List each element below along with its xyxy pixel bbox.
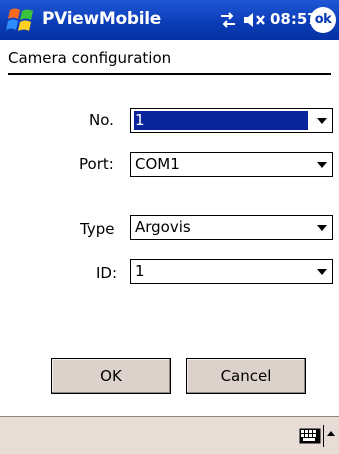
port-dropdown[interactable]: COM1: [130, 152, 333, 177]
type-value: Argovis: [135, 218, 191, 236]
chevron-down-icon[interactable]: [317, 269, 327, 275]
menu-bar: [0, 416, 339, 454]
divider: [323, 425, 324, 447]
id-dropdown[interactable]: 1: [130, 259, 333, 284]
type-label: Type: [80, 220, 115, 238]
port-value: COM1: [135, 155, 180, 173]
ok-button[interactable]: OK: [51, 358, 171, 394]
id-label: ID:: [96, 264, 118, 282]
speaker-muted-icon[interactable]: [242, 10, 268, 30]
connectivity-icon[interactable]: [218, 10, 238, 30]
no-dropdown[interactable]: 1: [130, 108, 333, 133]
chevron-down-icon[interactable]: [317, 225, 327, 231]
chevron-down-icon[interactable]: [317, 118, 327, 124]
no-label: No.: [89, 111, 114, 129]
ok-title-button[interactable]: ok: [310, 7, 336, 33]
port-label: Port:: [79, 155, 114, 173]
chevron-up-icon[interactable]: [327, 431, 335, 436]
title-bar: PViewMobile 08:57 ok: [0, 0, 339, 40]
cancel-button[interactable]: Cancel: [186, 358, 306, 394]
type-dropdown[interactable]: Argovis: [130, 215, 333, 240]
chevron-down-icon[interactable]: [317, 162, 327, 168]
no-value: 1: [134, 111, 308, 130]
title-divider: [8, 73, 331, 75]
id-value: 1: [135, 262, 145, 280]
page-title: Camera configuration: [8, 49, 172, 67]
windows-flag-icon[interactable]: [6, 6, 36, 34]
app-title: PViewMobile: [42, 9, 162, 29]
keyboard-icon[interactable]: [299, 428, 321, 444]
